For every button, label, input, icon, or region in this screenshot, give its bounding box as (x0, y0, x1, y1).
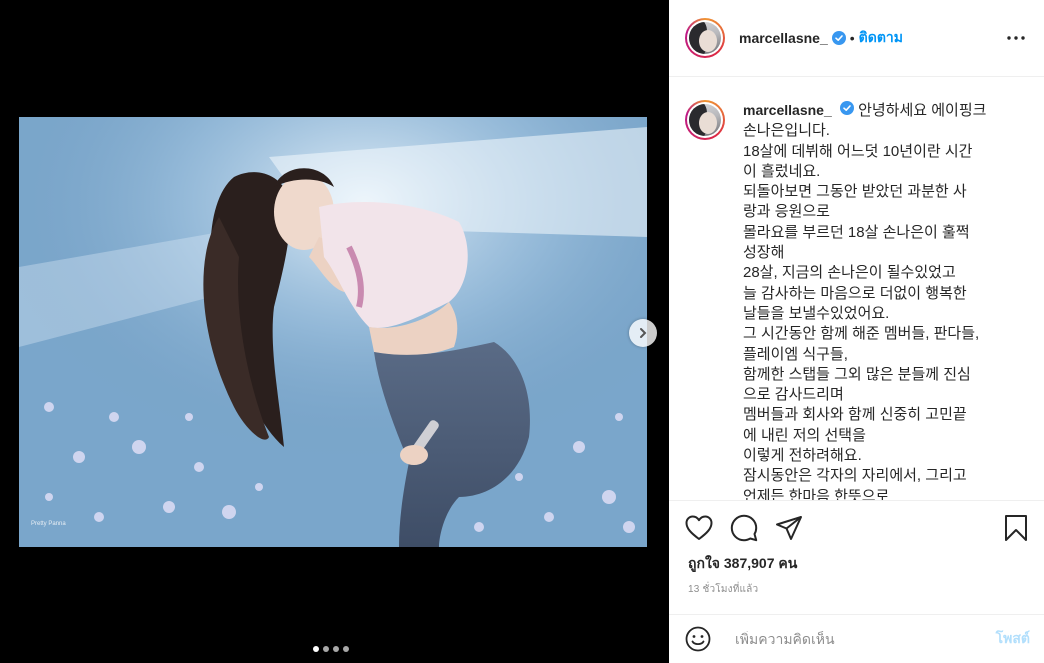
more-options-icon[interactable] (1004, 26, 1028, 50)
carousel-dot (323, 646, 329, 652)
media-viewer: Pretty Panna (0, 0, 669, 663)
caption-line: 잠시동안은 각자의 자리에서, 그리고 (743, 467, 967, 485)
caption-line: 함께한 스탭들 그외 많은 분들께 진심 (743, 365, 971, 383)
chevron-right-icon (640, 328, 647, 338)
caption-line: 랑과 응원으로 (743, 203, 830, 221)
caption-line: 늘 감사하는 마음으로 더없이 행복한 (743, 284, 967, 302)
carousel-dot (343, 646, 349, 652)
comment-input[interactable] (735, 631, 965, 647)
separator: • (849, 30, 855, 46)
caption-line: 되돌아보면 그동안 받았던 과분한 사 (743, 183, 967, 201)
concert-photo-illustration: Pretty Panna (19, 117, 647, 547)
likes-count[interactable]: ถูกใจ 387,907 คน (688, 553, 797, 575)
caption-line: 28살, 지금의 손나은이 될수있었고 (743, 264, 956, 282)
caption-scroll-area[interactable]: marcellasne_ 안녕하세요 에이핑크 손나은입니다. 18살에 데뷔해… (669, 78, 1044, 501)
follow-button[interactable]: ติดตาม (859, 27, 903, 49)
share-icon (776, 516, 802, 540)
avatar[interactable] (685, 100, 725, 140)
caption-line: 멤버들과 회사와 함께 신중히 고민끝 (743, 406, 967, 424)
caption-line: 이렇게 전하려해요. (743, 447, 862, 465)
post-side-panel: marcellasne_ • ติดตาม marcellasne_ 안녕하세요… (669, 0, 1044, 663)
comment-button[interactable] (730, 511, 764, 545)
save-button[interactable] (994, 511, 1028, 545)
post-timestamp[interactable]: 13 ชั่วโมงที่แล้ว (688, 582, 758, 597)
comment-bar: โพสต์ (669, 614, 1044, 663)
caption-line: 18살에 데뷔해 어느덧 10년이란 시간 (743, 142, 973, 160)
caption-username[interactable]: marcellasne_ (743, 102, 832, 118)
carousel-indicator (313, 646, 349, 652)
caption-line: 몰라요를 부르던 18살 손나은이 훌쩍 (743, 223, 970, 241)
verified-badge-icon (839, 101, 854, 115)
caption-line: 이 흘렀네요. (743, 162, 821, 180)
share-button[interactable] (775, 511, 809, 545)
carousel-dot (313, 646, 319, 652)
caption-line: 성장해 (743, 244, 785, 262)
caption-line: 에 내린 저의 선택을 (743, 426, 866, 444)
post-header: marcellasne_ • ติดตาม (669, 0, 1044, 77)
caption-text: marcellasne_ 안녕하세요 에이핑크 손나은입니다. 18살에 데뷔해… (743, 100, 1013, 501)
header-username[interactable]: marcellasne_ (739, 30, 828, 46)
carousel-dot (333, 646, 339, 652)
heart-icon (685, 515, 713, 540)
caption-line: 으로 감사드리며 (743, 386, 844, 404)
avatar[interactable] (685, 18, 725, 58)
caption-line: 그 시간동안 함께 해준 멤버들, 판다들, (743, 325, 980, 343)
post-comment-button[interactable]: โพสต์ (996, 628, 1030, 650)
verified-badge-icon (831, 31, 846, 45)
caption-line: 손나은입니다. (743, 122, 830, 140)
caption-line: 안녕하세요 에이핑크 (858, 102, 987, 119)
caption-line: 플레이엠 식구들, (743, 345, 848, 363)
svg-text:Pretty Panna: Pretty Panna (31, 521, 66, 527)
caption-line: 언제든 한마음 한뜻으로 (743, 487, 890, 501)
next-photo-button[interactable] (629, 319, 657, 347)
action-bar (685, 510, 1028, 546)
caption: marcellasne_ 안녕하세요 에이핑크 손나은입니다. 18살에 데뷔해… (669, 78, 1044, 501)
bookmark-icon (1005, 515, 1027, 541)
like-button[interactable] (685, 511, 719, 545)
emoji-button[interactable] (685, 625, 713, 653)
emoji-icon (685, 626, 711, 652)
comment-icon (730, 514, 758, 542)
post-photo[interactable]: Pretty Panna (19, 117, 647, 547)
caption-line: 날들을 보낼수있었어요. (743, 304, 890, 322)
